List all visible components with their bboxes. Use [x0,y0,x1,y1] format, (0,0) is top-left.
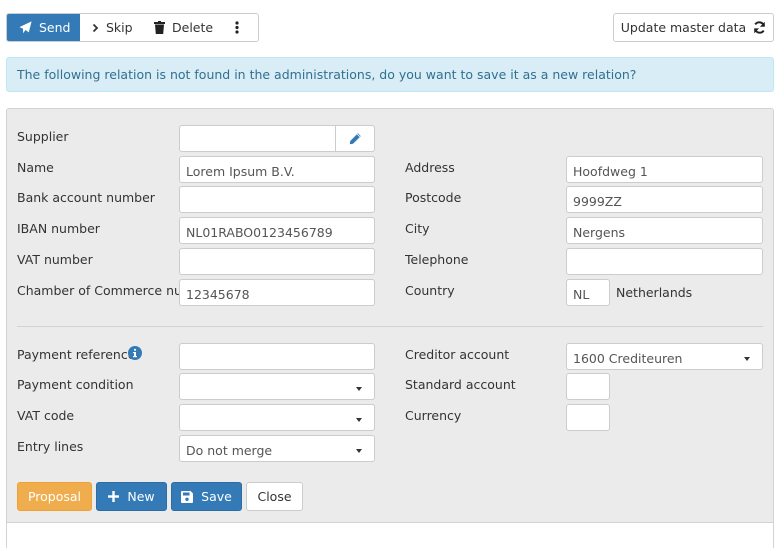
address-label: Address [405,160,455,175]
telephone-label: Telephone [405,252,469,267]
info-icon[interactable] [128,346,142,360]
bank-account-number-input[interactable] [179,186,375,213]
refresh-icon [754,21,766,34]
creditor-account-label: Creditor account [405,347,510,362]
telephone-input[interactable] [566,248,763,275]
relation-form-panel: Supplier Name Lorem Ipsum B.V. Bank acco… [6,108,774,552]
country-label: Country [405,283,455,298]
country-name: Netherlands [616,285,693,300]
delete-label: Delete [172,20,214,35]
chevron-right-icon [92,23,99,32]
proposal-label: Proposal [27,489,82,504]
alert-message: The following relation is not found in t… [17,67,637,82]
save-label: Save [201,489,232,504]
name-label: Name [17,160,54,175]
country-code-input[interactable]: NL [566,279,610,306]
standard-account-input[interactable] [566,373,610,400]
close-button[interactable]: Close [246,482,303,511]
vat-code-select[interactable] [179,404,375,431]
paper-plane-icon [19,21,32,34]
close-label: Close [257,489,292,504]
entry-lines-value: Do not merge [186,442,273,458]
save-button[interactable]: Save [171,482,242,511]
vat-code-label: VAT code [17,408,75,423]
city-label: City [405,221,430,236]
skip-button[interactable]: Skip [80,14,142,41]
trash-icon [154,21,165,34]
standard-account-label: Standard account [405,377,516,392]
more-options-button[interactable] [222,14,258,41]
vat-number-label: VAT number [17,252,93,267]
section-divider [17,326,763,327]
send-label: Send [39,20,71,35]
creditor-account-select[interactable]: 1600 Crediteuren [566,343,763,370]
panel-footer [7,522,773,552]
info-alert: The following relation is not found in t… [6,57,774,92]
action-toolbar: Send Skip Delete [6,13,259,42]
plus-icon [108,491,120,502]
address-input[interactable]: Hoofdweg 1 [566,156,763,183]
payment-reference-input[interactable] [179,343,375,370]
bank-account-number-label: Bank account number [17,190,155,205]
new-label: New [127,489,155,504]
new-button[interactable]: New [96,482,167,511]
payment-reference-label: Payment reference [17,347,136,362]
name-input[interactable]: Lorem Ipsum B.V. [179,156,375,183]
floppy-disk-icon [181,490,194,503]
edit-supplier-button[interactable] [335,125,375,152]
caret-down-icon [744,357,750,361]
postcode-label: Postcode [405,190,462,205]
payment-condition-label: Payment condition [17,377,134,392]
chamber-of-commerce-label: Chamber of Commerce number [17,283,179,298]
payment-condition-select[interactable] [179,373,375,400]
update-master-data-button[interactable]: Update master data [613,13,774,42]
entry-lines-select[interactable]: Do not merge [179,435,375,462]
entry-lines-label: Entry lines [17,439,84,454]
update-master-data-label: Update master data [620,20,747,35]
delete-button[interactable]: Delete [142,14,222,41]
pencil-icon [349,133,361,145]
iban-number-label: IBAN number [17,221,100,236]
chamber-of-commerce-input[interactable]: 12345678 [179,279,375,306]
caret-down-icon [356,449,362,453]
currency-label: Currency [405,408,462,423]
vat-number-input[interactable] [179,248,375,275]
supplier-input[interactable] [179,125,336,152]
caret-down-icon [356,418,362,422]
creditor-account-value: 1600 Crediteuren [573,350,683,366]
iban-number-input[interactable]: NL01RABO0123456789 [179,217,375,244]
skip-label: Skip [106,20,133,35]
caret-down-icon [356,387,362,391]
postcode-input[interactable]: 9999ZZ [566,186,763,213]
send-button[interactable]: Send [7,14,80,41]
vertical-ellipsis-icon [234,21,239,34]
city-input[interactable]: Nergens [566,217,763,244]
currency-input[interactable] [566,404,610,431]
proposal-button[interactable]: Proposal [17,482,92,511]
supplier-label: Supplier [17,129,69,144]
